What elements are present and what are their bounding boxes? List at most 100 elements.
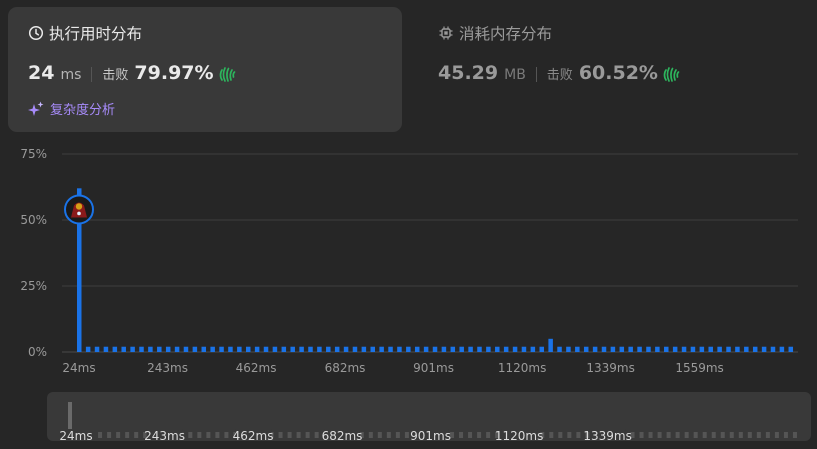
histogram-bar[interactable] [263,346,269,352]
histogram-bar[interactable] [539,346,544,352]
histogram-bar[interactable] [744,346,749,352]
navigator-bar [711,432,716,438]
navigator-tick-label: 1339ms [583,429,631,441]
histogram-bar[interactable] [592,346,598,352]
histogram-bar[interactable] [326,346,331,352]
histogram-bar[interactable] [388,346,393,352]
histogram-bar[interactable] [557,346,562,352]
histogram-bar[interactable] [165,346,171,352]
histogram-bar[interactable] [112,346,118,352]
memory-card[interactable]: 消耗内存分布 45.29 MB 击败 60.52% [418,7,808,132]
histogram-bar[interactable] [245,346,251,352]
navigator-bar [116,432,121,438]
navigator-track[interactable]: 24ms 243ms 462ms 682ms 901ms 1120ms 1339ms [47,392,811,441]
histogram-bar[interactable] [406,346,411,352]
histogram-bar[interactable] [503,346,509,352]
histogram-bar[interactable] [717,346,722,352]
histogram-bar[interactable] [770,346,776,352]
histogram-bar[interactable] [761,346,767,352]
navigator-bar [549,432,554,438]
histogram-bar[interactable] [512,346,518,352]
histogram-bar[interactable] [397,346,402,352]
histogram-bar[interactable] [254,346,260,352]
histogram-bar[interactable] [495,346,500,352]
histogram-bar[interactable] [334,346,340,352]
histogram-bar[interactable] [290,346,295,352]
histogram-bar[interactable] [352,346,358,352]
histogram-bar[interactable] [628,346,633,352]
histogram-bar[interactable] [272,346,278,352]
x-tick-label: 1120ms [498,361,546,375]
histogram-bar[interactable] [103,346,109,352]
avatar-core [77,211,81,216]
histogram-bar[interactable] [317,346,322,352]
x-tick-label: 901ms [413,361,454,375]
histogram-bar[interactable] [121,346,126,352]
histogram-bar[interactable] [94,346,100,352]
histogram-bar[interactable] [228,346,233,352]
histogram-bar[interactable] [432,346,438,352]
histogram-bar[interactable] [583,346,589,352]
histogram-bar[interactable] [414,346,420,352]
histogram-bar[interactable] [468,346,473,352]
histogram-bar[interactable] [477,346,482,352]
histogram-bar[interactable] [183,346,189,352]
navigator-bar [693,432,698,438]
histogram-bar[interactable] [610,346,616,352]
histogram-bar[interactable] [699,346,705,352]
histogram-bar[interactable] [299,346,304,352]
histogram-bar[interactable] [566,346,571,352]
histogram-bar[interactable] [157,346,162,352]
histogram-bar[interactable] [788,346,794,352]
histogram-bar[interactable] [423,346,429,352]
histogram-bar[interactable] [219,346,224,352]
histogram-bar[interactable] [619,346,625,352]
histogram-bar[interactable] [664,346,669,352]
histogram-bar[interactable] [237,346,242,352]
histogram-bar[interactable] [192,346,198,352]
y-tick-label: 50% [20,213,47,227]
histogram-bar[interactable] [530,346,536,352]
complexity-analysis-link[interactable]: 复杂度分析 [28,99,382,118]
histogram-bar[interactable] [575,346,580,352]
navigator-bar [386,432,391,438]
histogram-bar[interactable] [681,346,687,352]
histogram-bar[interactable] [370,346,376,352]
histogram-bar[interactable] [379,346,384,352]
histogram-bar[interactable] [148,346,153,352]
histogram-bar[interactable] [210,346,215,352]
runtime-card[interactable]: 执行用时分布 24 ms 击败 79.97% 复杂度分析 [8,7,402,132]
histogram-bar[interactable] [361,346,367,352]
navigator-bar [486,432,491,438]
histogram-bar[interactable] [486,346,491,352]
histogram-bar[interactable] [308,346,313,352]
histogram-bar[interactable] [459,346,464,352]
chart-range-navigator[interactable]: 24ms 243ms 462ms 682ms 901ms 1120ms 1339ms [47,392,811,441]
histogram-bar[interactable] [130,346,135,352]
histogram-bar[interactable] [174,346,180,352]
histogram-bar[interactable] [343,346,349,352]
histogram-bar[interactable] [735,346,740,352]
histogram-bar[interactable] [441,346,447,352]
histogram-bar[interactable] [690,346,696,352]
navigator-bar [296,432,301,438]
histogram-bar[interactable] [646,346,651,352]
histogram-bar[interactable] [672,346,678,352]
runtime-distribution-chart[interactable]: 75% 50% 25% 0% 24ms 243ms 462ms 682ms 901ms 1120m… [0,140,817,380]
histogram-bar[interactable] [726,346,731,352]
y-tick-label: 0% [28,345,47,359]
histogram-bar[interactable] [521,346,527,352]
histogram-bar[interactable] [201,346,207,352]
runtime-value: 24 [28,62,55,84]
histogram-bar[interactable] [281,346,287,352]
histogram-bar[interactable] [779,346,785,352]
histogram-bar[interactable] [708,346,713,352]
histogram-bar[interactable] [637,346,642,352]
histogram-bar[interactable] [752,346,758,352]
histogram-bar[interactable] [655,346,660,352]
histogram-bar[interactable] [548,338,553,352]
histogram-bar[interactable] [601,346,607,352]
histogram-bar[interactable] [139,346,144,352]
histogram-bar[interactable] [450,346,456,352]
histogram-bar[interactable] [85,346,91,352]
